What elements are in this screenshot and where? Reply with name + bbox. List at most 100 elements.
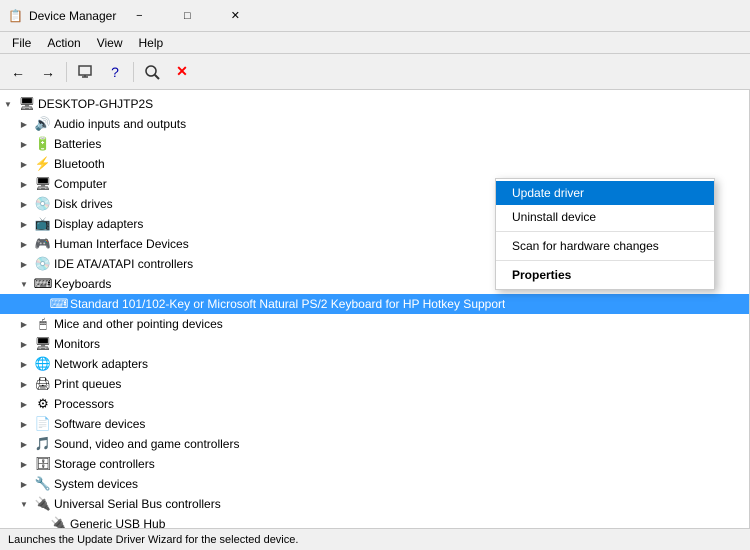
ctx-uninstall-device[interactable]: Uninstall device (496, 205, 714, 229)
tree-toggle-bluetooth[interactable]: ▶ (16, 156, 32, 172)
device-tree[interactable]: ▼🖥DESKTOP-GHJTP2S▶🔊Audio inputs and outp… (0, 90, 750, 528)
tree-item-system[interactable]: ▶🔧System devices (0, 474, 749, 494)
tree-toggle-print[interactable]: ▶ (16, 376, 32, 392)
tree-toggle-storage[interactable]: ▶ (16, 456, 32, 472)
tree-icon-usb: 🔌 (35, 496, 51, 512)
tree-toggle-ide[interactable]: ▶ (16, 256, 32, 272)
tree-item-batteries[interactable]: ▶🔋Batteries (0, 134, 749, 154)
tree-label-usb: Universal Serial Bus controllers (54, 497, 221, 511)
ctx-sep2 (496, 260, 714, 261)
tree-label-mice: Mice and other pointing devices (54, 317, 223, 331)
tree-item-storage[interactable]: ▶🗄Storage controllers (0, 454, 749, 474)
ctx-sep1 (496, 231, 714, 232)
tree-toggle-monitors[interactable]: ▶ (16, 336, 32, 352)
tree-label-batteries: Batteries (54, 137, 101, 151)
tree-toggle-hid[interactable]: ▶ (16, 236, 32, 252)
tree-item-usb[interactable]: ▼🔌Universal Serial Bus controllers (0, 494, 749, 514)
tree-item-usb1[interactable]: 🔌Generic USB Hub (0, 514, 749, 528)
tree-toggle-system[interactable]: ▶ (16, 476, 32, 492)
tree-toggle-software[interactable]: ▶ (16, 416, 32, 432)
tree-label-diskdrives: Disk drives (54, 197, 113, 211)
tree-toggle-computer[interactable]: ▶ (16, 176, 32, 192)
tree-toggle-processors[interactable]: ▶ (16, 396, 32, 412)
tree-label-computer: Computer (54, 177, 107, 191)
tree-icon-audio: 🔊 (35, 116, 51, 132)
menu-view[interactable]: View (89, 34, 131, 52)
maximize-button[interactable]: □ (164, 0, 210, 32)
tree-item-sound[interactable]: ▶🎵Sound, video and game controllers (0, 434, 749, 454)
tree-toggle-keyboards[interactable]: ▼ (16, 276, 32, 292)
tree-icon-ide: 💿 (35, 256, 51, 272)
menu-help[interactable]: Help (131, 34, 172, 52)
tree-toggle-mice[interactable]: ▶ (16, 316, 32, 332)
status-bar: Launches the Update Driver Wizard for th… (0, 528, 750, 550)
tree-toggle-display[interactable]: ▶ (16, 216, 32, 232)
tree-label-keyboards: Keyboards (54, 277, 111, 291)
tree-icon-bluetooth: ⚡ (35, 156, 51, 172)
tree-toggle-audio[interactable]: ▶ (16, 116, 32, 132)
tree-label-processors: Processors (54, 397, 114, 411)
status-text: Launches the Update Driver Wizard for th… (8, 534, 298, 546)
tree-toggle-network[interactable]: ▶ (16, 356, 32, 372)
tree-item-software[interactable]: ▶📄Software devices (0, 414, 749, 434)
tree-icon-display: 📺 (35, 216, 51, 232)
tree-toggle-sound[interactable]: ▶ (16, 436, 32, 452)
tree-icon-mice: 🖱 (35, 316, 51, 332)
tree-icon-sound: 🎵 (35, 436, 51, 452)
toolbar-scan[interactable] (138, 58, 166, 86)
title-bar: 📋 Device Manager − □ ✕ (0, 0, 750, 32)
tree-item-audio[interactable]: ▶🔊Audio inputs and outputs (0, 114, 749, 134)
tree-label-audio: Audio inputs and outputs (54, 117, 186, 131)
title-bar-icon: 📋 (8, 9, 23, 23)
ctx-scan-hardware[interactable]: Scan for hardware changes (496, 234, 714, 258)
tree-icon-computer: 🖥 (35, 176, 51, 192)
window-controls: − □ ✕ (116, 0, 258, 32)
tree-item-network[interactable]: ▶🌐Network adapters (0, 354, 749, 374)
tree-icon-system: 🔧 (35, 476, 51, 492)
tree-toggle-batteries[interactable]: ▶ (16, 136, 32, 152)
tree-label-usb1: Generic USB Hub (70, 517, 165, 528)
tree-icon-software: 📄 (35, 416, 51, 432)
tree-icon-diskdrives: 💿 (35, 196, 51, 212)
toolbar-help[interactable]: ? (101, 58, 129, 86)
tree-item-keyboard_item[interactable]: ⌨Standard 101/102-Key or Microsoft Natur… (0, 294, 749, 314)
menu-action[interactable]: Action (39, 34, 88, 52)
tree-item-print[interactable]: ▶🖨Print queues (0, 374, 749, 394)
ctx-update-driver[interactable]: Update driver (496, 181, 714, 205)
tree-label-display: Display adapters (54, 217, 143, 231)
tree-toggle-root[interactable]: ▼ (0, 96, 16, 112)
tree-label-hid: Human Interface Devices (54, 237, 189, 251)
tree-item-mice[interactable]: ▶🖱Mice and other pointing devices (0, 314, 749, 334)
tree-icon-root: 🖥 (19, 96, 35, 112)
tree-toggle-usb1 (32, 516, 48, 528)
tree-icon-keyboards: ⌨ (35, 276, 51, 292)
tree-label-ide: IDE ATA/ATAPI controllers (54, 257, 193, 271)
tree-icon-processors: ⚙ (35, 396, 51, 412)
close-button[interactable]: ✕ (212, 0, 258, 32)
context-menu: Update driver Uninstall device Scan for … (495, 178, 715, 290)
tree-icon-batteries: 🔋 (35, 136, 51, 152)
tree-label-software: Software devices (54, 417, 145, 431)
tree-toggle-diskdrives[interactable]: ▶ (16, 196, 32, 212)
minimize-button[interactable]: − (116, 0, 162, 32)
tree-icon-print: 🖨 (35, 376, 51, 392)
tree-label-sound: Sound, video and game controllers (54, 437, 239, 451)
tree-toggle-usb[interactable]: ▼ (16, 496, 32, 512)
tree-item-bluetooth[interactable]: ▶⚡Bluetooth (0, 154, 749, 174)
tree-item-root[interactable]: ▼🖥DESKTOP-GHJTP2S (0, 94, 749, 114)
tree-item-monitors[interactable]: ▶🖥Monitors (0, 334, 749, 354)
tree-icon-usb1: 🔌 (51, 516, 67, 528)
toolbar-uninstall[interactable]: ✕ (168, 58, 196, 86)
ctx-properties[interactable]: Properties (496, 263, 714, 287)
main-content: ▼🖥DESKTOP-GHJTP2S▶🔊Audio inputs and outp… (0, 90, 750, 528)
toolbar-properties1[interactable] (71, 58, 99, 86)
toolbar-forward[interactable]: → (34, 58, 62, 86)
toolbar-back[interactable]: ← (4, 58, 32, 86)
tree-item-processors[interactable]: ▶⚙Processors (0, 394, 749, 414)
menu-file[interactable]: File (4, 34, 39, 52)
tree-label-print: Print queues (54, 377, 121, 391)
tree-label-monitors: Monitors (54, 337, 100, 351)
tree-toggle-keyboard_item (32, 296, 48, 312)
tree-label-root: DESKTOP-GHJTP2S (38, 97, 153, 111)
title-bar-text: Device Manager (29, 9, 116, 23)
